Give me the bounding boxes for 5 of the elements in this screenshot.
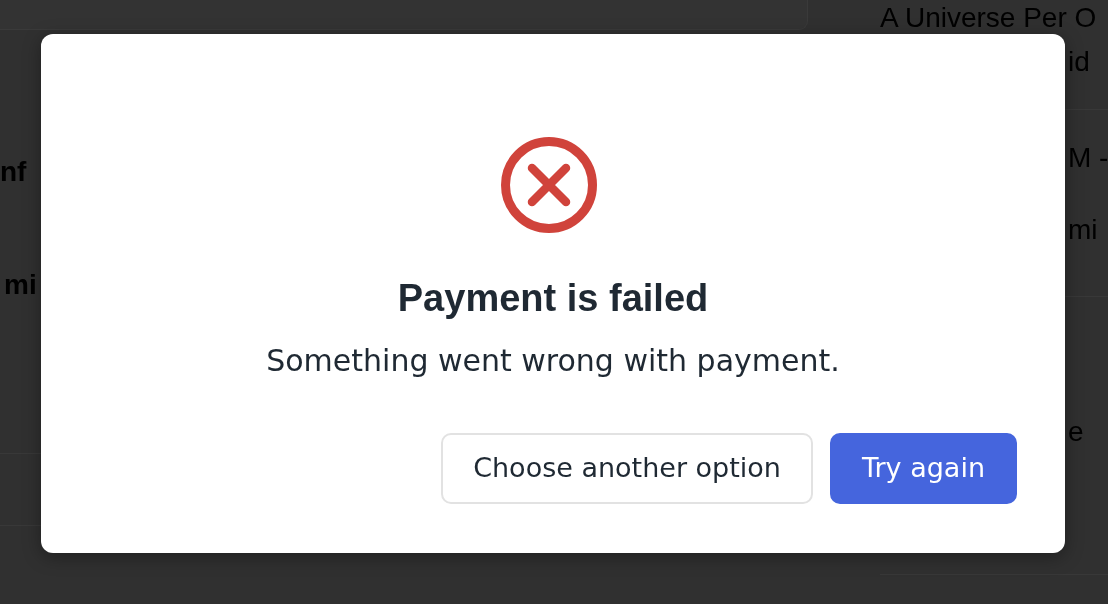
dialog-message: Something went wrong with payment. [266,342,840,380]
option-button[interactable]: Choose another option [441,433,813,504]
error-icon [501,137,597,233]
dialog-title: Payment is failed [397,277,709,319]
retry-button[interactable]: Try again [829,433,1017,504]
